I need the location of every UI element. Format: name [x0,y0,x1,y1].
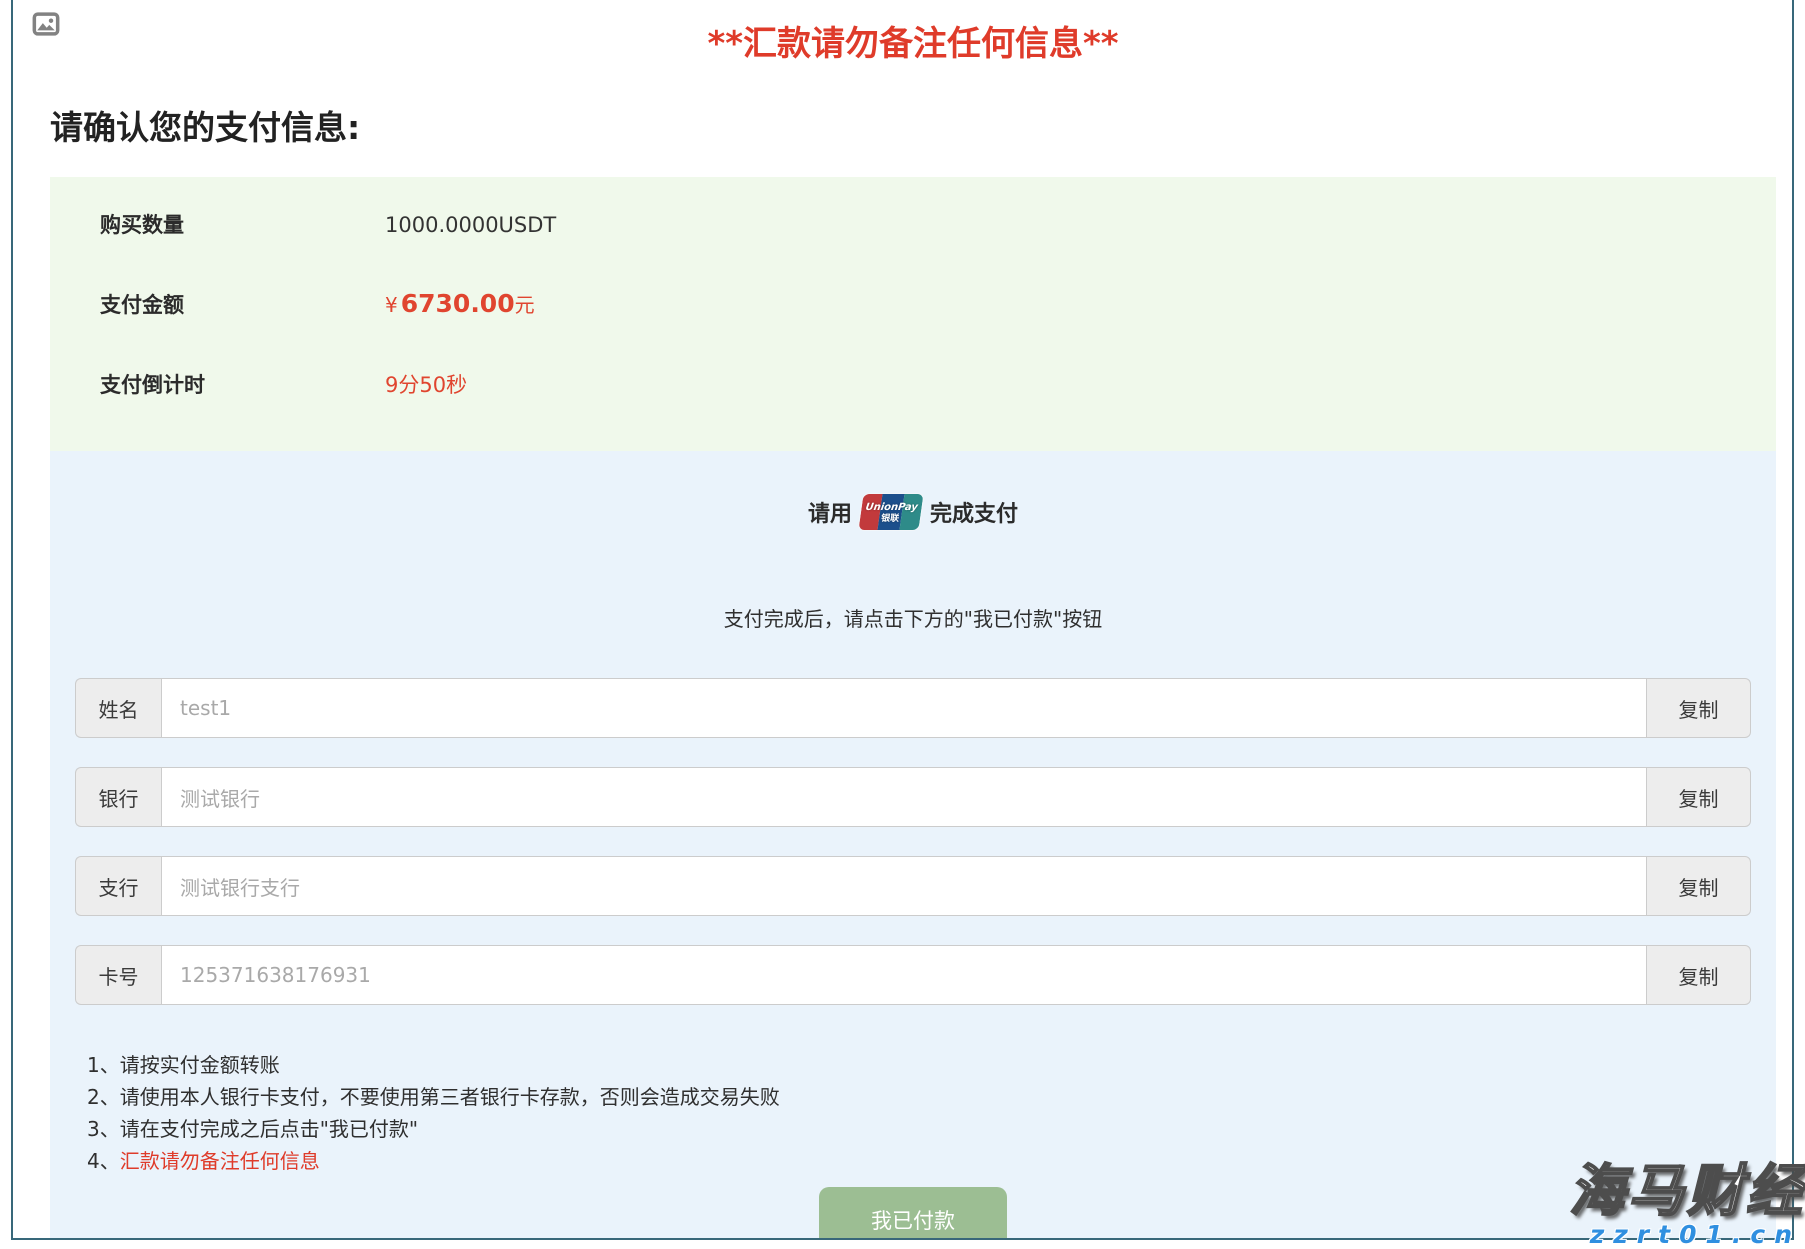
payee-name-row: 姓名 复制 [75,678,1751,738]
bank-label: 银行 [75,767,161,827]
unionpay-logo-text: UnionPay 银联 [859,503,922,524]
i-have-paid-button[interactable]: 我已付款 [819,1187,1007,1240]
page-title: 请确认您的支付信息: [50,101,1776,149]
payment-panel: 请用 UnionPay 银联 完成支付 支付完成后，请点击下方的"我已付款"按钮… [50,451,1776,1240]
bank-fields: 姓名 复制 银行 复制 支行 复制 卡号 复制 [75,678,1751,1005]
quantity-label: 购买数量 [100,209,385,239]
remit-warning-title: **汇款请勿备注任何信息** [50,16,1776,65]
note-2: 2、请使用本人银行卡支付，不要使用第三者银行卡存款，否则会造成交易失败 [87,1081,1751,1113]
payment-hint: 支付完成后，请点击下方的"我已付款"按钮 [75,603,1751,632]
amount-currency-symbol: ¥ [385,293,398,317]
order-summary-box: 购买数量 1000.0000USDT 支付金额 ¥ 6730.00 元 支付倒计… [50,177,1776,451]
confirm-button-area: 我已付款 [75,1187,1751,1240]
bank-row: 银行 复制 [75,767,1751,827]
payment-notes: 1、请按实付金额转账 2、请使用本人银行卡支付，不要使用第三者银行卡存款，否则会… [75,1049,1751,1177]
card-number-label: 卡号 [75,945,161,1005]
quantity-value: 1000.0000USDT [385,213,556,237]
note-3: 3、请在支付完成之后点击"我已付款" [87,1113,1751,1145]
countdown-label: 支付倒计时 [100,369,385,399]
countdown-value: 9分50秒 [385,369,467,399]
amount-unit: 元 [515,289,535,318]
bank-input[interactable] [161,767,1647,827]
payee-name-input[interactable] [161,678,1647,738]
note-4: 4、汇款请勿备注任何信息 [87,1145,1751,1177]
card-number-input[interactable] [161,945,1647,1005]
copy-name-button[interactable]: 复制 [1647,678,1751,738]
copy-card-number-button[interactable]: 复制 [1647,945,1751,1005]
broken-image-icon [32,10,60,38]
pay-with-line: 请用 UnionPay 银联 完成支付 [75,451,1751,531]
countdown-row: 支付倒计时 9分50秒 [50,369,1776,399]
card-number-row: 卡号 复制 [75,945,1751,1005]
unionpay-logo-icon: UnionPay 银联 [857,493,924,531]
copy-bank-button[interactable]: 复制 [1647,767,1751,827]
amount-value: 6730.00 [401,289,515,318]
amount-row: 支付金额 ¥ 6730.00 元 [50,289,1776,319]
payee-name-label: 姓名 [75,678,161,738]
payment-page: **汇款请勿备注任何信息** 请确认您的支付信息: 购买数量 1000.0000… [11,0,1794,1240]
branch-input[interactable] [161,856,1647,916]
note-1: 1、请按实付金额转账 [87,1049,1751,1081]
quantity-row: 购买数量 1000.0000USDT [50,209,1776,239]
copy-branch-button[interactable]: 复制 [1647,856,1751,916]
branch-row: 支行 复制 [75,856,1751,916]
pay-with-prefix: 请用 [808,496,852,528]
pay-with-suffix: 完成支付 [930,496,1018,528]
branch-label: 支行 [75,856,161,916]
amount-label: 支付金额 [100,289,385,319]
